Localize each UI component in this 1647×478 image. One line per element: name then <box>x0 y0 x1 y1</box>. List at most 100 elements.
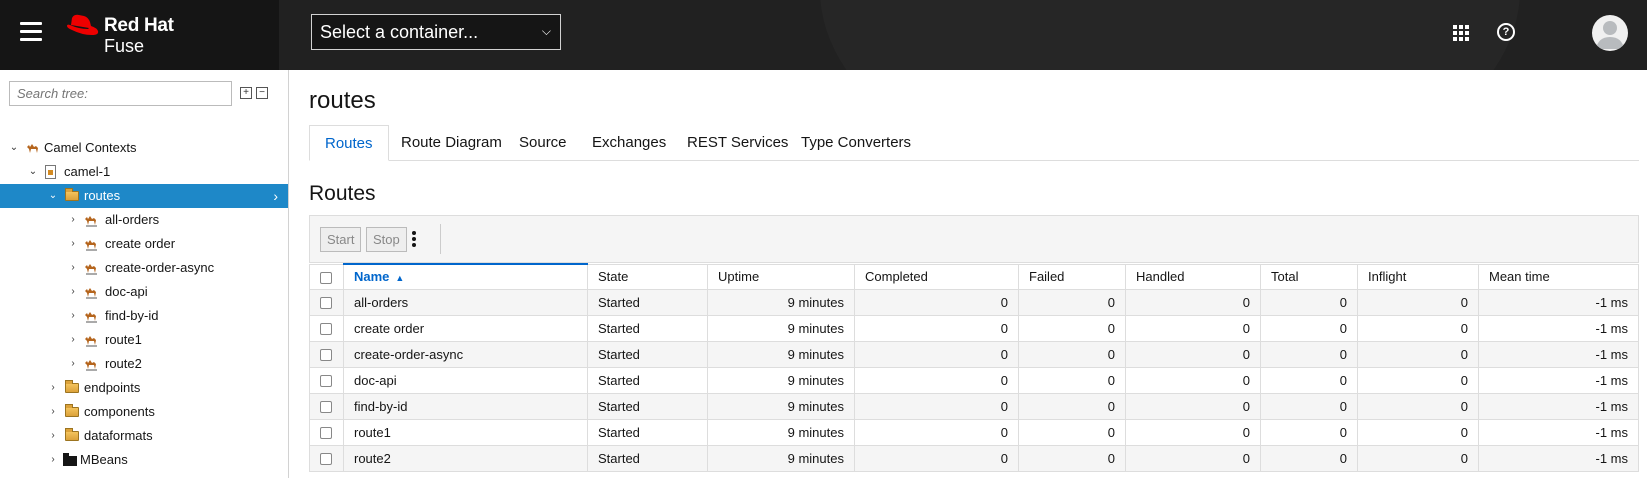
tree-node-label: all-orders <box>105 212 160 227</box>
sort-ascending-icon: ▲ <box>395 273 405 284</box>
tree-node-label: find-by-id <box>105 308 159 323</box>
chevron-down-icon[interactable]: ⌄ <box>27 160 39 184</box>
chevron-right-icon[interactable]: › <box>47 376 59 400</box>
user-avatar[interactable] <box>1592 15 1628 51</box>
column-header-inflight[interactable]: Inflight <box>1357 263 1479 290</box>
tree-node-mbeans[interactable]: › MBeans <box>0 448 288 472</box>
cell-mean-time: -1 ms <box>1478 340 1639 368</box>
chevron-right-icon[interactable]: › <box>67 280 79 304</box>
tab-exchanges[interactable]: Exchanges <box>577 125 681 161</box>
column-header-failed[interactable]: Failed <box>1018 263 1126 290</box>
tree-node-route[interactable]: › doc-api <box>0 280 288 304</box>
tab-routes[interactable]: Routes <box>309 125 389 161</box>
column-header-total[interactable]: Total <box>1260 263 1358 290</box>
chevron-right-icon[interactable]: › <box>67 328 79 352</box>
chevron-right-icon[interactable]: › <box>67 256 79 280</box>
table-row[interactable]: doc-api Started 9 minutes 0 0 0 0 0 -1 ms <box>309 366 1639 394</box>
chevron-down-icon[interactable]: ⌄ <box>47 184 59 208</box>
column-header-name[interactable]: Name ▲ <box>343 263 588 290</box>
start-button[interactable]: Start <box>320 227 362 252</box>
table-row[interactable]: all-orders Started 9 minutes 0 0 0 0 0 -1 ms <box>309 288 1639 316</box>
chevron-right-icon[interactable]: › <box>67 232 79 256</box>
cell-completed: 0 <box>854 340 1019 368</box>
tree-node-route[interactable]: › create order <box>0 232 288 256</box>
kebab-menu-icon[interactable] <box>411 231 417 248</box>
tree-node-routes[interactable]: ⌄ routes › <box>0 184 288 208</box>
route-icon <box>84 259 98 275</box>
tree-node-endpoints[interactable]: › endpoints <box>0 376 288 400</box>
chevron-right-icon[interactable]: › <box>47 400 59 424</box>
toolbar-divider <box>440 224 441 254</box>
tree-node-route[interactable]: › find-by-id <box>0 304 288 328</box>
table-row[interactable]: create-order-async Started 9 minutes 0 0 0 0 0-… <box>309 340 1639 368</box>
cell-total: 0 <box>1260 314 1358 342</box>
column-header-handled[interactable]: Handled <box>1125 263 1261 290</box>
row-checkbox[interactable] <box>320 401 332 414</box>
cell-uptime: 9 minutes <box>707 444 855 472</box>
cell-completed: 0 <box>854 314 1019 342</box>
collapse-all-icon[interactable]: − <box>256 87 268 99</box>
select-all-checkbox[interactable] <box>320 271 332 284</box>
folder-open-icon <box>65 188 79 201</box>
folder-icon <box>65 428 79 441</box>
tree-node-components[interactable]: › components <box>0 400 288 424</box>
tree-node-route[interactable]: › create-order-async <box>0 256 288 280</box>
tab-route-diagram[interactable]: Route Diagram <box>386 125 517 161</box>
tab-type-converters[interactable]: Type Converters <box>786 125 926 161</box>
chevron-right-icon[interactable]: › <box>47 448 59 472</box>
app-launcher-grid-icon[interactable] <box>1453 25 1469 41</box>
folder-icon <box>65 380 79 393</box>
container-select[interactable]: Select a container... ⌵ <box>311 14 561 50</box>
tree-node-route[interactable]: › all-orders <box>0 208 288 232</box>
container-select-value: Select a container... <box>320 22 479 42</box>
tree-node-route[interactable]: › route2 <box>0 352 288 376</box>
tab-rest-services[interactable]: REST Services <box>672 125 803 161</box>
tree-search-input[interactable] <box>9 81 232 106</box>
cell-uptime: 9 minutes <box>707 340 855 368</box>
tree-node-label: camel-1 <box>64 164 111 179</box>
stop-button[interactable]: Stop <box>366 227 407 252</box>
expand-all-icon[interactable]: + <box>240 87 252 99</box>
tree-node-dataformats[interactable]: › dataformats <box>0 424 288 448</box>
chevron-right-icon[interactable]: › <box>67 304 79 328</box>
brand-name: Red Hat <box>104 15 174 36</box>
row-checkbox[interactable] <box>320 375 332 388</box>
cell-inflight: 0 <box>1357 392 1479 420</box>
masthead: Red Hat Fuse Select a container... ⌵ ? <box>0 0 1647 70</box>
chevron-down-icon[interactable]: ⌄ <box>8 136 20 160</box>
cell-state: Started <box>587 288 708 316</box>
table-row[interactable]: create order Started 9 minutes 0 0 0 0 0 -1 ms <box>309 314 1639 342</box>
column-header-uptime[interactable]: Uptime <box>707 263 855 290</box>
table-row[interactable]: find-by-id Started 9 minutes 0 0 0 0 0 -1 ms <box>309 392 1639 420</box>
column-header-mean-time[interactable]: Mean time <box>1478 263 1639 290</box>
row-checkbox[interactable] <box>320 323 332 336</box>
row-checkbox[interactable] <box>320 297 332 310</box>
row-checkbox[interactable] <box>320 453 332 466</box>
tree-node-camel-1[interactable]: ⌄ camel-1 <box>0 160 288 184</box>
cell-inflight: 0 <box>1357 340 1479 368</box>
table-row[interactable]: route2 Started 9 minutes 0 0 0 0 0 -1 ms <box>309 444 1639 472</box>
tree-node-route[interactable]: › route1 <box>0 328 288 352</box>
row-checkbox[interactable] <box>320 427 332 440</box>
cell-handled: 0 <box>1125 418 1261 446</box>
cell-inflight: 0 <box>1357 418 1479 446</box>
tab-source[interactable]: Source <box>504 125 582 161</box>
main-content: routes Routes Route Diagram Source Excha… <box>289 70 1647 478</box>
red-hat-fuse-logo[interactable]: Red Hat Fuse <box>64 12 214 58</box>
column-header-completed[interactable]: Completed <box>854 263 1019 290</box>
hamburger-menu-icon[interactable] <box>20 22 42 42</box>
tree-node-label: route2 <box>105 356 142 371</box>
column-header-state[interactable]: State <box>587 263 708 290</box>
help-icon[interactable]: ? <box>1497 23 1515 41</box>
table-row[interactable]: route1 Started 9 minutes 0 0 0 0 0 -1 ms <box>309 418 1639 446</box>
cell-handled: 0 <box>1125 444 1261 472</box>
chevron-right-icon[interactable]: › <box>47 424 59 448</box>
cell-name: create-order-async <box>343 340 588 368</box>
chevron-right-icon[interactable]: › <box>67 352 79 376</box>
chevron-right-icon[interactable]: › <box>67 208 79 232</box>
tree-node-camel-contexts[interactable]: ⌄ Camel Contexts <box>0 136 288 160</box>
cell-mean-time: -1 ms <box>1478 366 1639 394</box>
cell-state: Started <box>587 444 708 472</box>
cell-inflight: 0 <box>1357 288 1479 316</box>
row-checkbox[interactable] <box>320 349 332 362</box>
